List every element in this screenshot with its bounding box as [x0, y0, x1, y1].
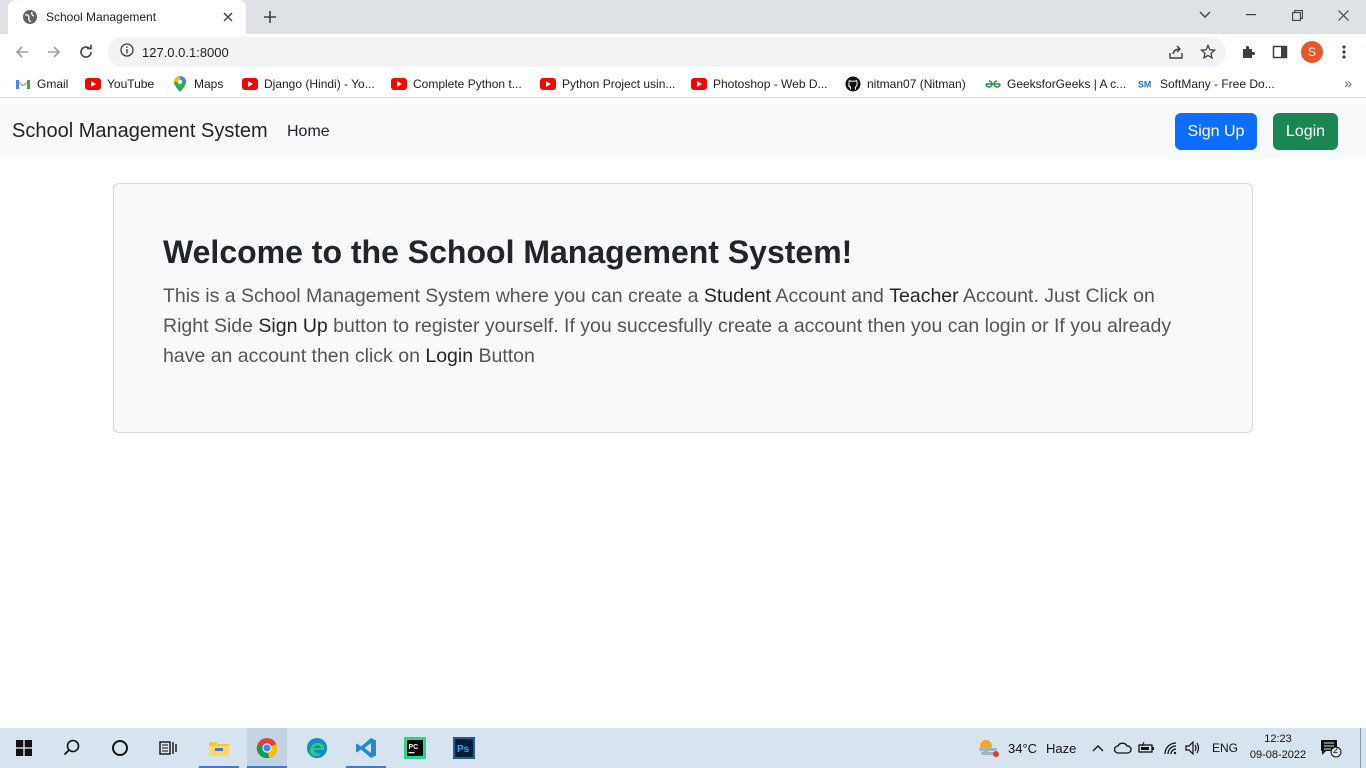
gfg-icon: [985, 76, 1001, 92]
bookmarks-bar: Gmail YouTube Maps Django (Hindi) - Yo..…: [0, 70, 1366, 98]
extensions-puzzle-icon[interactable]: [1237, 41, 1259, 63]
svg-text:PC: PC: [409, 744, 419, 751]
bookmark-label: YouTube: [107, 77, 155, 91]
bookmark-label: GeeksforGeeks | A c...: [1007, 77, 1127, 91]
edge-icon[interactable]: [297, 728, 337, 768]
bookmark-label: Python Project usin...: [562, 77, 676, 91]
cortana-icon[interactable]: [100, 728, 140, 768]
bookmark-github-nitman[interactable]: nitman07 (Nitman): [845, 75, 966, 93]
youtube-icon: [242, 76, 258, 92]
bookmark-photoshop[interactable]: Photoshop - Web D...: [691, 75, 828, 93]
youtube-icon: [540, 76, 556, 92]
new-tab-icon[interactable]: [258, 6, 282, 28]
show-desktop-divider[interactable]: [1360, 728, 1361, 768]
language-indicator[interactable]: ENG: [1212, 741, 1238, 755]
welcome-heading: Welcome to the School Management System!: [163, 234, 853, 270]
signup-button[interactable]: Sign Up: [1175, 113, 1257, 150]
url-text: 127.0.0.1:8000: [142, 44, 229, 60]
bookmarks-overflow-chevron[interactable]: »: [1344, 75, 1352, 91]
search-icon[interactable]: [52, 728, 92, 768]
tab-title: School Management: [46, 10, 157, 24]
address-bar[interactable]: 127.0.0.1:8000: [108, 37, 1226, 67]
bookmark-label: Gmail: [37, 77, 69, 91]
info-icon[interactable]: [120, 42, 134, 62]
notification-count: 2: [1333, 745, 1339, 755]
bookmark-label: Django (Hindi) - Yo...: [264, 77, 375, 91]
clock-time: 12:23: [1264, 733, 1292, 745]
share-icon[interactable]: [1165, 41, 1187, 63]
bookmark-label: Maps: [194, 77, 224, 91]
task-view-icon[interactable]: [148, 728, 188, 768]
clock-date: 09-08-2022: [1249, 749, 1307, 761]
more-menu-icon[interactable]: [1333, 41, 1355, 63]
bookmark-python-project[interactable]: Python Project usin...: [540, 75, 675, 93]
file-explorer-icon[interactable]: [199, 728, 239, 768]
volume-icon[interactable]: [1182, 728, 1204, 768]
student-keyword: Student: [703, 285, 772, 307]
description-text: Button: [473, 345, 535, 367]
browser-tab[interactable]: School Management: [8, 0, 246, 34]
gmail-icon: [15, 76, 31, 92]
welcome-jumbotron: Welcome to the School Management System!…: [113, 183, 1253, 433]
login-button[interactable]: Login: [1273, 113, 1338, 150]
battery-icon[interactable]: [1136, 728, 1158, 768]
browser-tab-strip: School Management: [0, 0, 1366, 34]
browser-toolbar: 127.0.0.1:8000 S: [0, 34, 1366, 70]
chrome-icon[interactable]: [247, 728, 287, 768]
nav-link-home[interactable]: Home: [287, 123, 330, 141]
bookmark-softmany[interactable]: SM SoftMany - Free Do...: [1138, 75, 1275, 93]
youtube-icon: [691, 76, 707, 92]
side-panel-icon[interactable]: [1269, 41, 1291, 63]
github-icon: [845, 76, 861, 92]
bookmark-maps[interactable]: Maps: [172, 75, 223, 93]
bookmark-youtube[interactable]: YouTube: [85, 75, 154, 93]
restore-icon[interactable]: [1274, 0, 1320, 30]
close-window-icon[interactable]: [1320, 0, 1366, 30]
svg-text:Ps: Ps: [457, 744, 470, 755]
maps-icon: [172, 76, 188, 92]
notifications-icon[interactable]: 2: [1316, 728, 1346, 768]
back-icon[interactable]: [8, 38, 36, 66]
tray-chevron-up-icon[interactable]: [1088, 728, 1108, 768]
vscode-icon[interactable]: [346, 728, 386, 768]
reload-icon[interactable]: [72, 38, 100, 66]
bookmark-star-icon[interactable]: [1197, 41, 1219, 63]
youtube-icon: [85, 76, 101, 92]
bookmark-complete-python[interactable]: Complete Python t...: [391, 75, 522, 93]
bookmark-geeksforgeeks[interactable]: GeeksforGeeks | A c...: [985, 75, 1126, 93]
youtube-icon: [391, 76, 407, 92]
bookmark-django-hindi[interactable]: Django (Hindi) - Yo...: [242, 75, 375, 93]
svg-text:SM: SM: [1138, 80, 1151, 90]
windows-taskbar: PC Ps 34°C Haze ENG 12:23 09-08-2022 2: [0, 728, 1366, 768]
navbar-brand[interactable]: School Management System: [12, 120, 268, 143]
teacher-keyword: Teacher: [889, 285, 959, 307]
bookmark-gmail[interactable]: Gmail: [15, 75, 68, 93]
pycharm-icon[interactable]: PC: [395, 728, 435, 768]
login-keyword: Login: [425, 345, 474, 367]
weather-temperature[interactable]: 34°C: [1008, 741, 1037, 756]
site-navbar: School Management System Home Sign Up Lo…: [0, 104, 1366, 159]
softmany-icon: SM: [1138, 76, 1154, 92]
forward-icon[interactable]: [40, 38, 68, 66]
description-text: Account and: [771, 285, 890, 307]
globe-icon: [22, 9, 38, 25]
profile-avatar[interactable]: S: [1301, 41, 1323, 63]
close-tab-icon[interactable]: [220, 9, 236, 25]
description-text: This is a School Management System where…: [163, 285, 704, 307]
windows-start-icon[interactable]: [4, 728, 44, 768]
welcome-description: This is a School Management System where…: [163, 281, 1193, 371]
photoshop-icon[interactable]: Ps: [444, 728, 484, 768]
weather-haze-icon[interactable]: [968, 728, 1008, 768]
bookmark-label: Photoshop - Web D...: [713, 77, 828, 91]
minimize-icon[interactable]: [1228, 0, 1274, 30]
bookmark-label: nitman07 (Nitman): [867, 77, 966, 91]
bookmark-label: SoftMany - Free Do...: [1160, 77, 1275, 91]
system-clock[interactable]: 12:23 09-08-2022: [1248, 731, 1308, 763]
signup-keyword: Sign Up: [258, 315, 328, 337]
wifi-icon[interactable]: [1160, 728, 1182, 768]
weather-description[interactable]: Haze: [1046, 741, 1076, 756]
bookmark-label: Complete Python t...: [413, 77, 522, 91]
onedrive-cloud-icon[interactable]: [1112, 728, 1134, 768]
tab-search-chevron-icon[interactable]: [1182, 0, 1228, 30]
